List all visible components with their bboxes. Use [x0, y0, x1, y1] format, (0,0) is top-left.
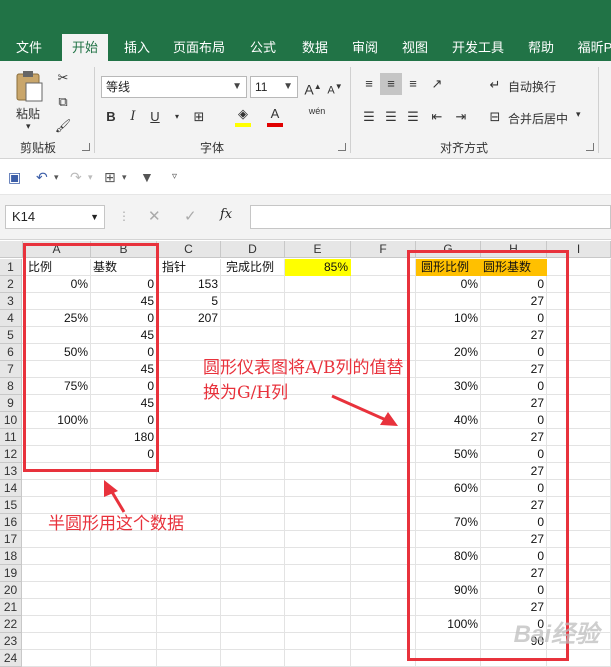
arrow-to-gh-icon [331, 394, 387, 422]
arrow-to-ab-icon [110, 491, 126, 513]
arrowhead-icon [104, 480, 118, 497]
annotation-arrows [104, 394, 398, 513]
watermark: Bai经验 [513, 621, 599, 648]
